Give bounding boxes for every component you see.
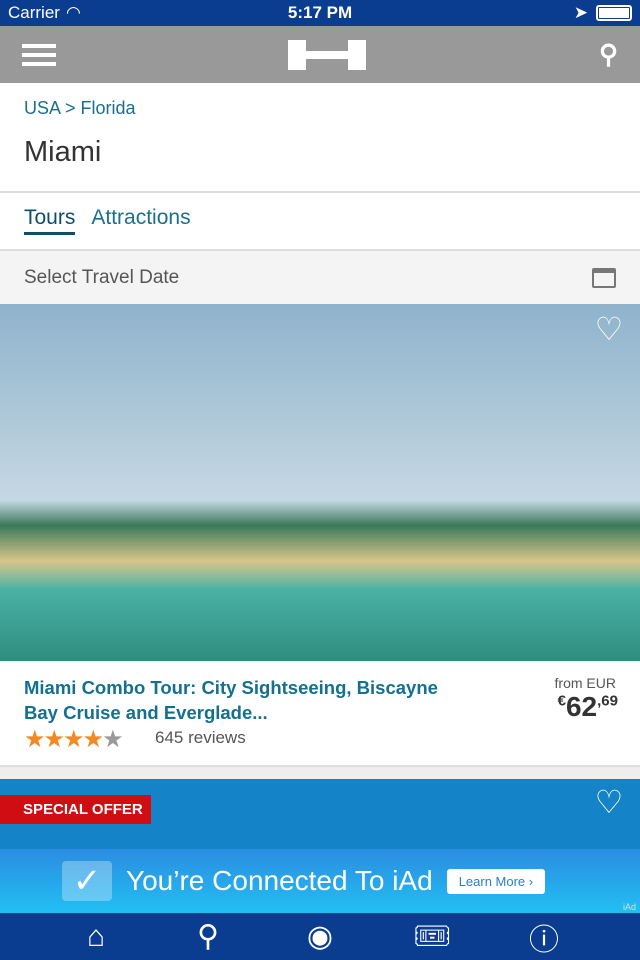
search-icon[interactable]: ⚲ — [599, 39, 618, 70]
tour-image[interactable]: ♡ — [0, 304, 640, 661]
tour-image[interactable]: SPECIAL OFFER ♡ — [0, 779, 640, 849]
tab-attractions[interactable]: Attractions — [91, 206, 190, 235]
divider — [0, 191, 640, 193]
iad-text: You’re Connected To iAd — [126, 865, 433, 896]
menu-icon[interactable] — [22, 39, 56, 71]
tab-bar: ⌂ ⚲ ◉ 🎟 ⓘ — [0, 913, 640, 960]
calendar-icon[interactable] — [592, 267, 616, 288]
info-icon[interactable]: ⓘ — [514, 915, 574, 959]
iad-label: iAd — [622, 902, 636, 912]
status-bar: Carrier ◠ 5:17 PM ➤ — [0, 0, 640, 26]
travel-date-selector[interactable]: Select Travel Date — [0, 251, 640, 304]
search-icon[interactable]: ⚲ — [178, 919, 238, 954]
checkmark-icon: ✓ — [62, 861, 112, 901]
special-offer-badge: SPECIAL OFFER — [0, 795, 151, 824]
breadcrumb[interactable]: USA > Florida — [24, 98, 136, 119]
ticket-icon[interactable]: 🎟 — [402, 919, 462, 954]
home-icon[interactable]: ⌂ — [66, 920, 126, 954]
tour-title[interactable]: Miami Combo Tour: City Sightseeing, Bisc… — [24, 675, 444, 725]
page-title: Miami — [24, 136, 102, 168]
iad-banner[interactable]: ✓ You’re Connected To iAd Learn More › i… — [0, 849, 640, 913]
battery-icon — [596, 5, 632, 21]
rating-stars: ★★★★★ — [24, 726, 124, 753]
location-arrow-icon: ➤ — [573, 3, 588, 22]
divider — [0, 765, 640, 779]
location-pin-icon[interactable]: ◉ — [290, 919, 350, 954]
heart-icon[interactable]: ♡ — [592, 786, 626, 818]
nav-bar: ⚲ — [0, 26, 640, 83]
time: 5:17 PM — [287, 3, 353, 22]
review-count: 645 reviews — [155, 728, 246, 747]
tour-card[interactable]: Miami Combo Tour: City Sightseeing, Bisc… — [0, 661, 640, 765]
price: €62,69 — [557, 691, 618, 722]
heart-icon[interactable]: ♡ — [592, 313, 626, 345]
logo[interactable] — [288, 39, 367, 70]
learn-more-button[interactable]: Learn More › — [446, 868, 546, 894]
carrier: Carrier — [8, 3, 60, 22]
wifi-icon: ◠ — [65, 3, 81, 22]
tab-tours[interactable]: Tours — [24, 206, 76, 235]
price-from-label: from EUR — [554, 675, 616, 691]
date-label: Select Travel Date — [24, 266, 180, 288]
